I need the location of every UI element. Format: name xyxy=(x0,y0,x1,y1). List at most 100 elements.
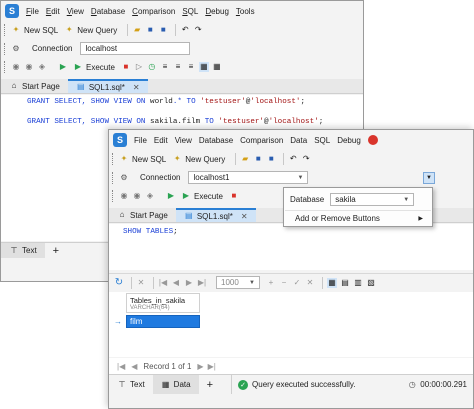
new-query-button[interactable]: ✦ New Query xyxy=(172,152,225,166)
data-grid-icon: ▦ xyxy=(161,379,170,389)
add-remove-buttons-item[interactable]: Add or Remove Buttons ▶ xyxy=(285,210,431,226)
execute-icon: ▶ xyxy=(74,62,82,71)
refresh-database-icon[interactable]: ◉ xyxy=(132,191,142,201)
tab-sql1[interactable]: ▤ SQL1.sql* ✕ xyxy=(67,79,148,93)
menu-file[interactable]: File xyxy=(26,7,39,16)
close-tab-icon[interactable]: ✕ xyxy=(133,83,140,92)
new-sql-button[interactable]: ✦ New SQL xyxy=(119,152,167,166)
last-record-nav-icon[interactable]: ▶| xyxy=(208,362,216,371)
menu-data[interactable]: Data xyxy=(290,136,307,145)
menu-file[interactable]: File xyxy=(134,136,147,145)
step-icon[interactable]: ▷ xyxy=(134,62,144,72)
grid-view-icon[interactable]: ▦ xyxy=(327,277,337,288)
execution-time: ◷ 00:00:00.291 xyxy=(408,379,467,390)
menu-sql[interactable]: SQL xyxy=(182,7,198,16)
save-all-icon[interactable]: ■ xyxy=(266,154,276,164)
menu-sql[interactable]: SQL xyxy=(314,136,330,145)
database-label: Database xyxy=(290,195,325,204)
commit-icon[interactable]: ◈ xyxy=(145,191,155,201)
success-check-icon: ✓ xyxy=(238,379,249,390)
menu-database[interactable]: Database xyxy=(199,136,233,145)
grid-cell-film[interactable]: film xyxy=(126,315,200,328)
save-icon[interactable]: ■ xyxy=(145,25,155,35)
refresh-icon[interactable]: ↻ xyxy=(114,277,124,288)
stop-icon[interactable]: ■ xyxy=(229,191,239,201)
prev-record-icon[interactable]: ◀ xyxy=(171,278,181,288)
clock-icon: ◷ xyxy=(408,379,416,389)
execute-icon: ▶ xyxy=(182,191,190,200)
cancel-icon[interactable]: ✕ xyxy=(136,278,146,288)
chevron-down-icon: ▼ xyxy=(297,174,304,181)
split-icon[interactable]: ▦ xyxy=(212,62,222,72)
text-tab[interactable]: ⊤ Text xyxy=(109,375,153,394)
code-line-1: GRANT SELECT, SHOW VIEW ON world.* TO 't… xyxy=(27,98,306,106)
save-icon[interactable]: ■ xyxy=(253,154,263,164)
comment-icon[interactable]: ≡ xyxy=(173,62,183,72)
next-record-icon[interactable]: ▶ xyxy=(184,278,194,288)
layout-icon[interactable]: ▦ xyxy=(198,62,209,72)
close-tab-icon[interactable]: ✕ xyxy=(241,212,248,221)
new-query-button[interactable]: ✦ New Query xyxy=(64,23,117,37)
menu-edit[interactable]: Edit xyxy=(154,136,168,145)
chart-icon[interactable]: ▧ xyxy=(366,278,376,288)
front-sql-editor[interactable]: SHOW TABLES; xyxy=(109,224,473,270)
menu-tools[interactable]: Tools xyxy=(236,7,255,16)
menu-view[interactable]: View xyxy=(175,136,192,145)
toolbar-options-icon[interactable]: ▼ xyxy=(423,171,435,184)
execute-button[interactable]: ▶ Execute xyxy=(73,60,115,74)
menu-view[interactable]: View xyxy=(67,7,84,16)
first-record-nav-icon[interactable]: |◀ xyxy=(117,362,125,371)
tab-start-page[interactable]: ⌂ Start Page xyxy=(1,79,68,93)
apply-icon[interactable]: ✓ xyxy=(292,278,302,288)
execute-play-icon[interactable]: ▶ xyxy=(166,191,176,201)
open-icon[interactable]: ▰ xyxy=(240,154,250,164)
menu-edit[interactable]: Edit xyxy=(46,7,60,16)
menu-comparison[interactable]: Comparison xyxy=(240,136,283,145)
tab-start-page[interactable]: ⌂ Start Page xyxy=(109,208,176,222)
pivot-icon[interactable]: ▥ xyxy=(353,278,363,288)
card-view-icon[interactable]: ▤ xyxy=(340,278,350,288)
undo-icon[interactable]: ↶ xyxy=(180,25,190,35)
outline-icon[interactable]: ≡ xyxy=(186,62,196,72)
history-icon[interactable]: ◷ xyxy=(147,62,157,72)
database-icon[interactable]: ◉ xyxy=(119,191,129,201)
menu-comparison[interactable]: Comparison xyxy=(132,7,175,16)
database-icon[interactable]: ◉ xyxy=(11,62,21,72)
add-tab-button[interactable]: + xyxy=(199,375,221,394)
connection-select[interactable]: localhost1 ▼ xyxy=(188,171,309,184)
tab-sql1[interactable]: ▤ SQL1.sql* ✕ xyxy=(175,208,256,222)
execute-play-icon[interactable]: ▶ xyxy=(58,62,68,72)
prev-record-nav-icon[interactable]: ◀ xyxy=(131,362,137,371)
add-tab-button[interactable]: + xyxy=(45,243,67,258)
column-header[interactable]: Tables_in_sakila VARCHAR(64) xyxy=(126,293,200,313)
text-tab[interactable]: ⊤ Text xyxy=(1,243,45,258)
commit-icon[interactable]: ◈ xyxy=(37,62,47,72)
connection-select[interactable]: localhost xyxy=(80,42,191,55)
stop-icon[interactable]: ■ xyxy=(121,62,131,72)
redo-icon[interactable]: ↷ xyxy=(301,154,311,164)
undo-icon[interactable]: ↶ xyxy=(288,154,298,164)
first-record-icon[interactable]: |◀ xyxy=(158,278,168,288)
save-all-icon[interactable]: ■ xyxy=(158,25,168,35)
database-select[interactable]: sakila ▼ xyxy=(330,193,415,206)
page-size-select[interactable]: 1000 ▼ xyxy=(216,276,260,289)
last-record-icon[interactable]: ▶| xyxy=(197,278,207,288)
open-icon[interactable]: ▰ xyxy=(132,25,142,35)
menu-debug[interactable]: Debug xyxy=(337,136,361,145)
delete-icon[interactable]: − xyxy=(279,278,289,288)
data-tab[interactable]: ▦ Data xyxy=(152,375,199,394)
format-icon[interactable]: ≡ xyxy=(160,62,170,72)
insert-icon[interactable]: + xyxy=(266,278,276,288)
menu-debug[interactable]: Debug xyxy=(205,7,229,16)
new-sql-button[interactable]: ✦ New SQL xyxy=(11,23,59,37)
undo-changes-icon[interactable]: ✕ xyxy=(305,278,315,288)
back-toolbar-2: ⚙ Connection localhost xyxy=(1,40,363,57)
record-icon[interactable] xyxy=(367,135,378,145)
menu-database[interactable]: Database xyxy=(91,7,125,16)
next-record-nav-icon[interactable]: ▶ xyxy=(197,362,203,371)
refresh-database-icon[interactable]: ◉ xyxy=(24,62,34,72)
redo-icon[interactable]: ↷ xyxy=(193,25,203,35)
back-tab-strip: ⌂ Start Page ▤ SQL1.sql* ✕ xyxy=(1,79,363,94)
execute-button[interactable]: ▶ Execute xyxy=(181,189,223,203)
chevron-down-icon: ▼ xyxy=(403,196,410,203)
